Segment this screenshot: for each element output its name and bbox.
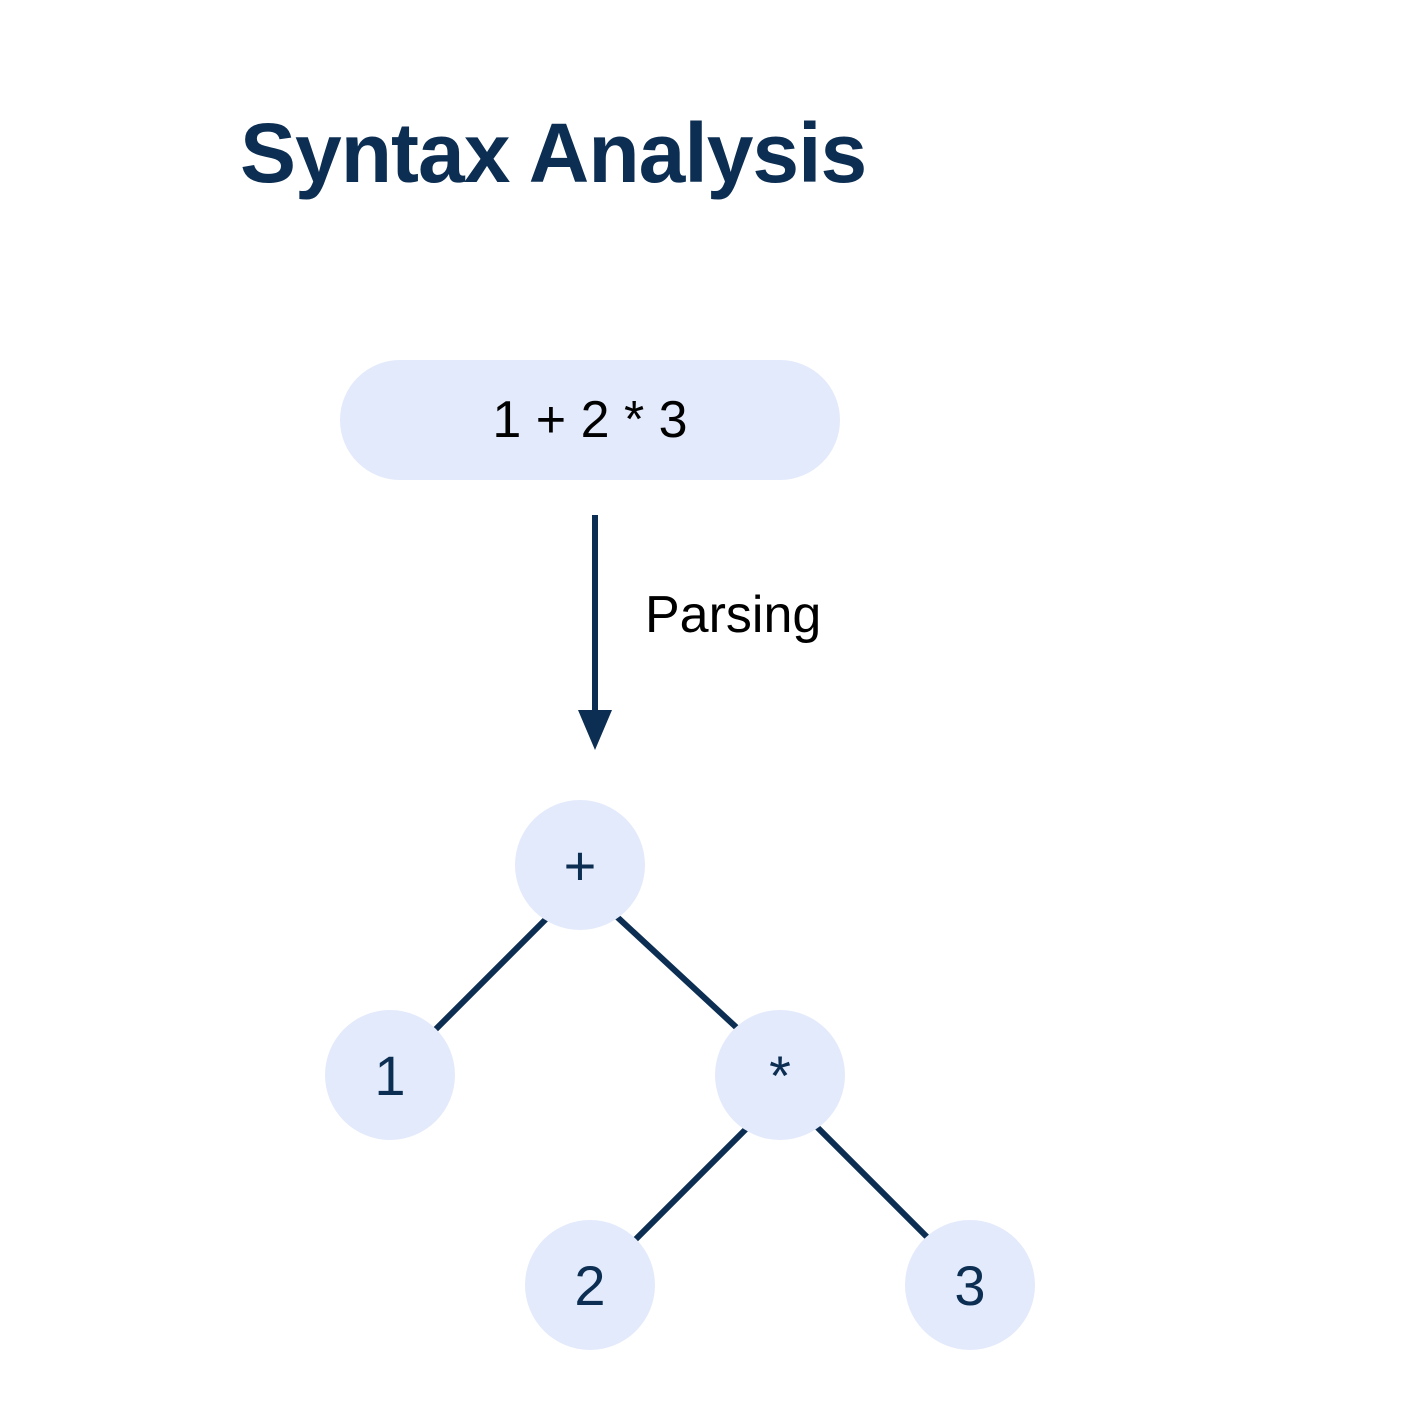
parsing-arrow [570,505,620,755]
tree-node-plus: + [515,800,645,930]
node-label-three: 3 [954,1253,985,1318]
tree-node-star: * [715,1010,845,1140]
parse-tree: + 1 * 2 3 [280,800,1180,1380]
node-label-star: * [769,1043,791,1108]
expression-text: 1 + 2 * 3 [492,390,687,450]
diagram-title: Syntax Analysis [240,105,866,202]
expression-box: 1 + 2 * 3 [340,360,840,480]
tree-node-three: 3 [905,1220,1035,1350]
node-label-two: 2 [574,1253,605,1318]
tree-node-two: 2 [525,1220,655,1350]
node-label-plus: + [564,833,597,898]
node-label-one: 1 [374,1043,405,1108]
arrow-label: Parsing [645,585,821,645]
tree-node-one: 1 [325,1010,455,1140]
